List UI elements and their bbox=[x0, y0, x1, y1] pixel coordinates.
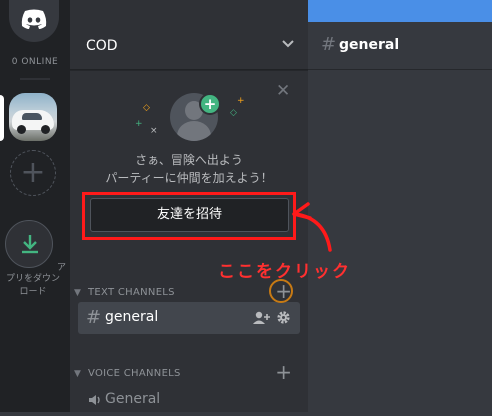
download-label: ア bbox=[57, 263, 67, 273]
section-label: VOICE CHANNELS bbox=[88, 368, 181, 379]
voice-channel-general[interactable]: General bbox=[78, 384, 300, 416]
server-name: COD bbox=[86, 38, 118, 54]
avatar-body bbox=[177, 121, 211, 141]
chevron-down-icon: ▼ bbox=[74, 288, 81, 298]
online-count: 0 ONLINE bbox=[11, 57, 59, 67]
sparkle-icon: ◇ bbox=[230, 108, 237, 118]
car-wheel bbox=[17, 125, 26, 134]
annotation-arrow bbox=[292, 202, 332, 252]
car-window bbox=[22, 113, 42, 120]
active-server-indicator bbox=[0, 95, 4, 141]
close-icon[interactable]: ✕ bbox=[276, 81, 290, 101]
sparkle-icon: × bbox=[150, 126, 158, 136]
add-member-icon[interactable] bbox=[253, 311, 271, 325]
server-icon-cod[interactable] bbox=[9, 93, 57, 141]
download-icon bbox=[22, 235, 38, 254]
plus-icon: + bbox=[199, 93, 221, 115]
section-label: TEXT CHANNELS bbox=[88, 287, 175, 298]
server-header[interactable]: COD bbox=[70, 22, 308, 70]
channel-name: general bbox=[105, 309, 159, 325]
invite-message: さぁ、冒険へ出よう パーティーに仲間を加えよう！ bbox=[105, 153, 273, 185]
voice-channels-header[interactable]: ▼ VOICE CHANNELS + bbox=[70, 362, 308, 385]
gear-icon[interactable] bbox=[276, 310, 291, 325]
plus-icon: + bbox=[20, 155, 46, 190]
rail-separator bbox=[20, 78, 50, 80]
annotation-highlight-box bbox=[82, 192, 296, 240]
discord-logo-icon bbox=[21, 9, 47, 29]
server-rail: 0 ONLINE + ア プリをダウン ロード bbox=[0, 0, 70, 412]
chat-header: # general bbox=[308, 22, 492, 70]
car-wheel bbox=[41, 125, 50, 134]
add-channel-icon[interactable]: + bbox=[275, 362, 292, 382]
hash-icon: # bbox=[321, 34, 337, 55]
home-button[interactable] bbox=[9, 0, 59, 42]
chevron-down-icon bbox=[282, 40, 294, 48]
sparkle-icon: ◇ bbox=[143, 103, 150, 113]
chat-channel-title: general bbox=[339, 37, 400, 53]
sparkle-icon: + bbox=[237, 96, 245, 106]
channel-item-general[interactable]: # general bbox=[78, 302, 300, 334]
chevron-down-icon: ▼ bbox=[74, 369, 81, 379]
sparkle-icon: + bbox=[135, 119, 143, 129]
speaker-icon bbox=[89, 395, 100, 405]
add-server-button[interactable]: + bbox=[10, 150, 56, 196]
download-apps-button[interactable] bbox=[5, 220, 53, 268]
annotation-click-here: ここをクリック bbox=[218, 262, 351, 282]
download-label: プリをダウン ロード bbox=[5, 274, 60, 297]
hash-icon: # bbox=[86, 307, 102, 328]
annotation-circle bbox=[269, 279, 293, 303]
channel-name: General bbox=[105, 391, 161, 407]
